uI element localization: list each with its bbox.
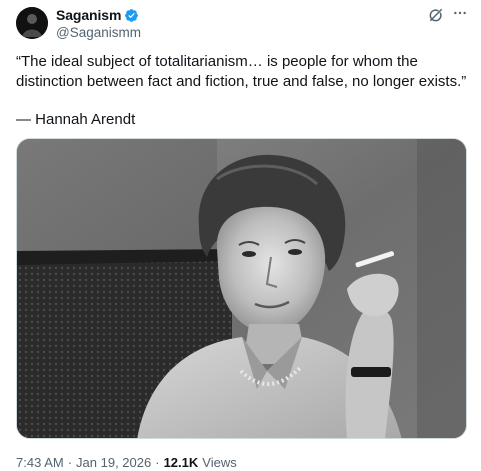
verified-badge-icon[interactable]: [124, 8, 139, 23]
more-icon[interactable]: [452, 5, 468, 21]
views-count: 12.1K: [163, 455, 199, 470]
tweet-date[interactable]: Jan 19, 2026: [76, 455, 151, 470]
views-label: Views: [202, 455, 237, 470]
grok-icon[interactable]: [427, 6, 445, 24]
meta-separator: ·: [67, 455, 73, 470]
tweet-text: “The ideal subject of totalitarianism… i…: [16, 52, 476, 92]
tweet-attribution: — Hannah Arendt: [16, 111, 136, 128]
tweet[interactable]: Saganism @Saganismm “The ideal subject o…: [0, 0, 481, 471]
avatar[interactable]: [16, 7, 48, 39]
tweet-time[interactable]: 7:43 AM: [16, 455, 64, 470]
author-display-name[interactable]: Saganism: [56, 7, 121, 23]
meta-separator: ·: [155, 455, 160, 470]
portrait-photo: [17, 139, 466, 438]
author-handle[interactable]: @Saganismm: [56, 25, 141, 40]
tweet-meta: 7:43 AM · Jan 19, 2026 · 12.1K Views: [16, 455, 237, 470]
author-name-row[interactable]: Saganism: [56, 7, 139, 23]
tweet-quote: “The ideal subject of totalitarianism… i…: [16, 53, 467, 90]
tweet-media-photo[interactable]: [16, 138, 467, 439]
